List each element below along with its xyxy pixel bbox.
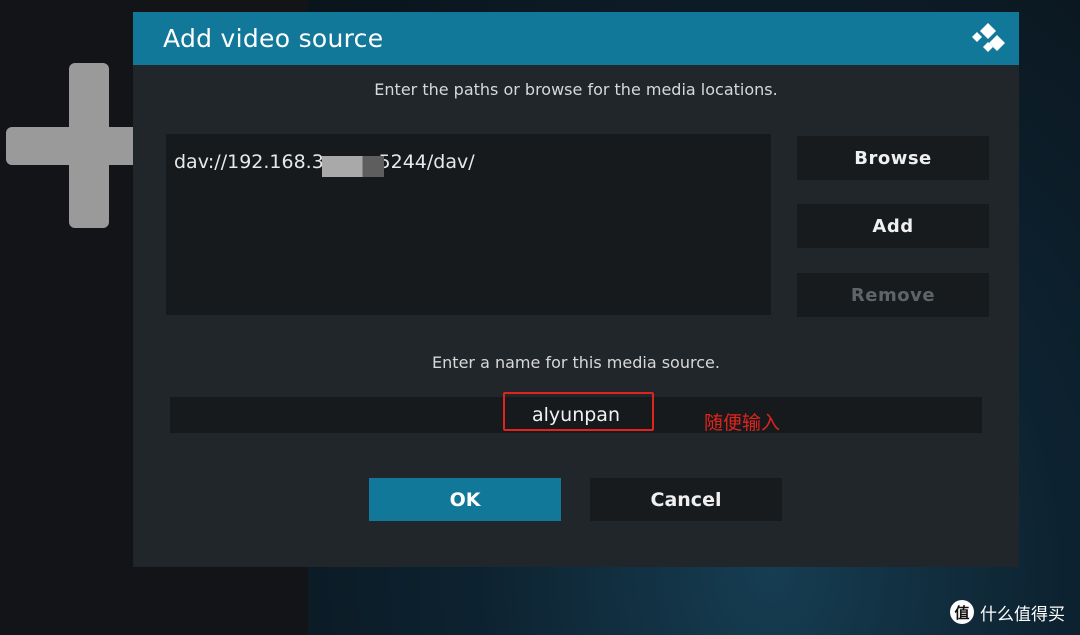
watermark: 值 什么值得买	[950, 599, 1065, 625]
add-video-source-dialog: Add video source Enter the paths or brow…	[133, 12, 1019, 567]
annotation-text: 随便输入	[704, 412, 781, 434]
kodi-logo-icon	[972, 23, 1005, 52]
watermark-text: 什么值得买	[980, 604, 1065, 625]
ok-button[interactable]: OK	[369, 478, 561, 521]
annotation-highlight-box	[503, 392, 654, 431]
dialog-title: Add video source	[163, 24, 384, 53]
name-prompt: Enter a name for this media source.	[432, 353, 720, 372]
redaction-block	[322, 156, 384, 177]
cancel-button[interactable]: Cancel	[590, 478, 782, 521]
media-paths-list[interactable]: dav://192.168.3 :5244/dav/	[166, 134, 771, 315]
paths-prompt: Enter the paths or browse for the media …	[374, 80, 778, 99]
dialog-titlebar: Add video source	[133, 12, 1019, 65]
remove-button[interactable]: Remove	[797, 273, 989, 317]
watermark-logo-icon: 值	[950, 600, 974, 624]
add-button[interactable]: Add	[797, 204, 989, 248]
browse-button[interactable]: Browse	[797, 136, 989, 180]
